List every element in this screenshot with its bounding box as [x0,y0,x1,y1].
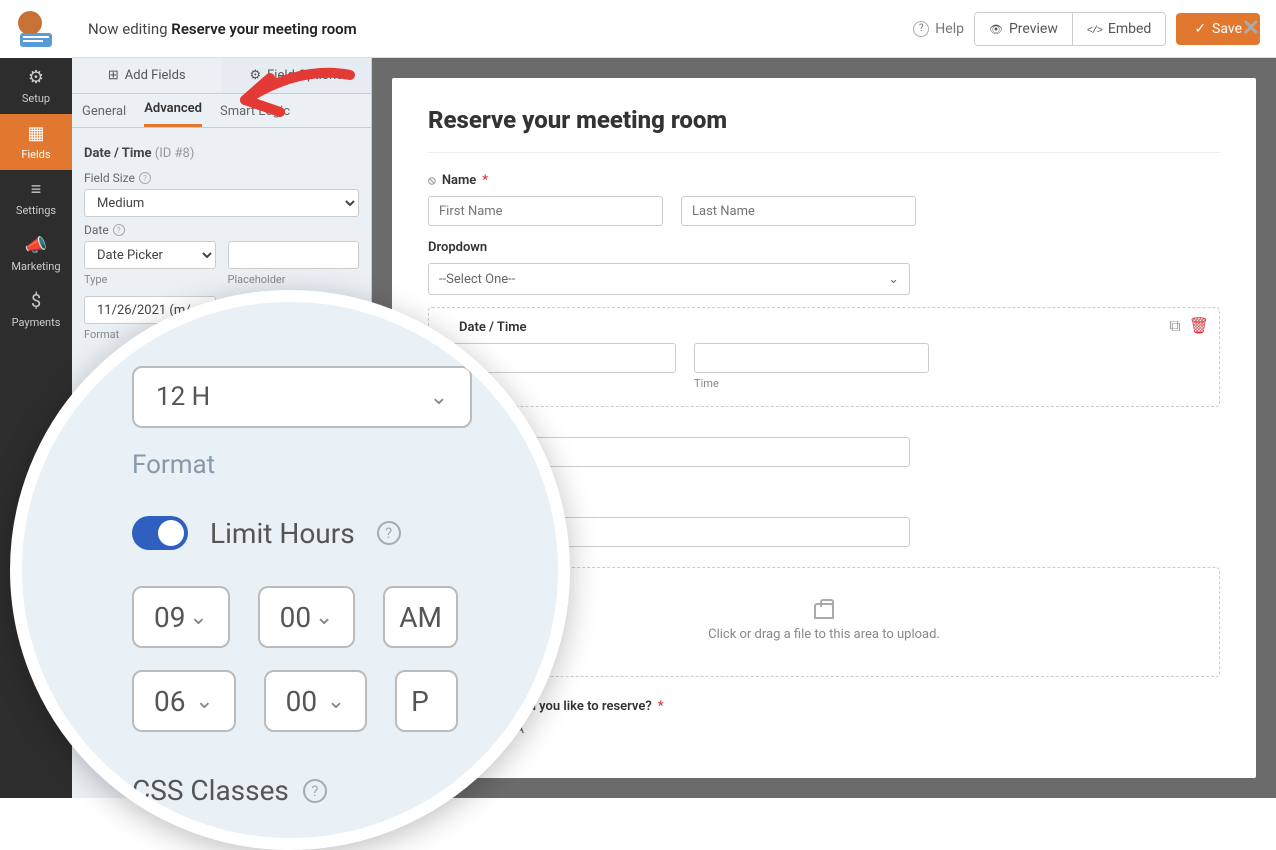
time-format-select[interactable]: 12 H⌄ [132,366,472,428]
nav-marketing[interactable]: 📣Marketing [0,226,72,282]
help-link[interactable]: Help [913,21,964,37]
help-icon[interactable]: ? [377,521,401,545]
top-bar: Now editing Reserve your meeting room He… [72,0,1276,58]
preview-embed-group: Preview Embed [974,12,1166,46]
start-minute-select[interactable]: 00⌄ [258,586,356,648]
embed-button[interactable]: Embed [1073,13,1165,45]
zoom-lens: 12 H⌄ Format Limit Hours ? 09⌄ 00⌄ AM 06… [10,290,570,850]
nav-settings[interactable]: ≡Settings [0,170,72,226]
time-input[interactable] [694,343,929,373]
check-icon [1194,21,1206,37]
code-icon [1087,21,1102,37]
tab-add-fields[interactable]: ⊞Add Fields [72,58,222,93]
end-ampm-select[interactable]: P [395,670,458,732]
now-editing-prefix: Now editing [88,20,171,38]
settings-icon: ⚙ [249,68,261,83]
chevron-down-icon: ⌄ [315,605,333,630]
nav-setup[interactable]: ⚙Setup [0,58,72,114]
delete-icon[interactable]: 🗑 [1189,316,1209,336]
end-hour-select[interactable]: 06⌄ [132,670,236,732]
start-ampm-select[interactable]: AM [383,586,458,648]
field-header: Date / Time (ID #8) [84,146,359,161]
date-placeholder-input[interactable] [228,241,360,269]
tab-field-options[interactable]: ⚙Field Options [222,58,372,93]
limit-hours-label: Limit Hours [210,517,355,550]
inbox-icon [814,603,834,619]
css-classes-label: CSS Classes? [132,774,458,807]
date-type-select[interactable]: Date Picker [84,241,216,269]
duplicate-icon[interactable]: ⧉ [1169,316,1180,336]
dollar-icon: $ [31,291,41,312]
name-label: ⦸Name * [428,173,1220,188]
format-label: Format [132,450,458,480]
subtab-general[interactable]: General [82,104,126,127]
date-placeholder-label: Placeholder [228,273,360,286]
help-icon[interactable]: ? [113,224,125,236]
start-hour-select[interactable]: 09⌄ [132,586,230,648]
datetime-label: Date / Time [441,320,1207,335]
megaphone-icon: 📣 [25,235,47,256]
chevron-down-icon: ⌄ [189,605,207,630]
limit-hours-toggle[interactable] [132,516,188,550]
dropdown-select[interactable]: --Select One--⌄ [428,263,910,295]
grid-icon: ▦ [27,123,44,144]
hidden-icon: ⦸ [428,173,436,188]
help-icon[interactable]: ? [139,172,151,184]
app-logo [12,9,60,49]
eye-icon [989,21,1003,37]
gear-icon: ⚙ [28,67,44,88]
upload-text: Click or drag a file to this area to upl… [708,627,940,642]
radio-option-a[interactable]: Room A [428,722,1220,737]
date-label: Date? [84,223,359,237]
help-icon[interactable]: ? [303,779,327,803]
date-type-label: Type [84,273,216,286]
last-name-input[interactable] [681,196,916,226]
subtab-smart-logic[interactable]: Smart Logic [220,104,290,127]
form-title: Reserve your meeting room [428,106,1220,134]
end-minute-select[interactable]: 00⌄ [264,670,368,732]
preview-button[interactable]: Preview [975,13,1073,45]
add-field-icon: ⊞ [108,68,119,83]
time-sublabel: Time [694,377,929,390]
dropdown-label: Dropdown [428,240,1220,255]
first-name-input[interactable] [428,196,663,226]
field-size-label: Field Size? [84,171,359,185]
room-question-label: Which room would you like to reserve? * [428,699,1220,714]
datetime-field-block[interactable]: ⧉ 🗑 Date / Time Time [428,307,1220,407]
close-button[interactable]: ✕ [1242,16,1260,41]
chevron-down-icon: ⌄ [195,689,213,714]
chevron-down-icon: ⌄ [430,385,448,410]
field-size-select[interactable]: Medium [84,189,359,217]
form-name: Reserve your meeting room [171,20,356,38]
nav-fields[interactable]: ▦Fields [0,114,72,170]
chevron-down-icon: ⌄ [888,272,899,287]
sliders-icon: ≡ [31,179,42,200]
nav-payments[interactable]: $Payments [0,282,72,338]
now-editing-label: Now editing Reserve your meeting room [88,20,357,38]
subtab-advanced[interactable]: Advanced [144,101,202,127]
chevron-down-icon: ⌄ [327,689,345,714]
